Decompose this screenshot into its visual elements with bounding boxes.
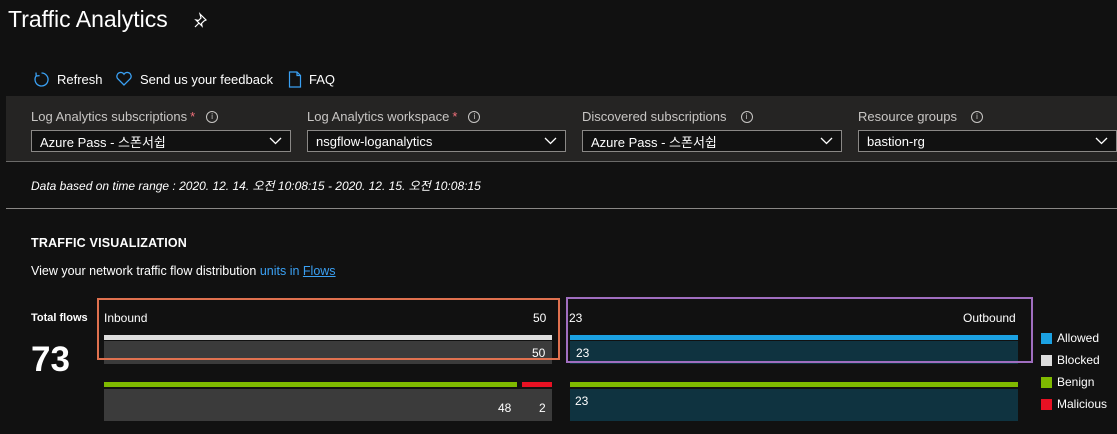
- la-subscriptions-dropdown[interactable]: Azure Pass - 스폰서쉽: [31, 130, 291, 152]
- refresh-icon: [34, 71, 49, 87]
- total-flows-value: 73: [31, 340, 70, 379]
- dropdown-value: Azure Pass - 스폰서쉽: [40, 134, 166, 150]
- chevron-down-icon: [1095, 137, 1108, 145]
- legend-item-allowed: Allowed: [1041, 331, 1099, 345]
- heart-icon: [116, 71, 132, 86]
- total-flows-label: Total flows: [31, 312, 88, 324]
- legend-item-malicious: Malicious: [1041, 397, 1107, 411]
- legend-item-benign: Benign: [1041, 375, 1094, 389]
- filter-label-resource-groups: Resource groups i: [858, 109, 983, 124]
- legend-swatch: [1041, 398, 1052, 410]
- filter-panel: [6, 96, 1117, 162]
- resource-groups-dropdown[interactable]: bastion-rg: [858, 130, 1117, 152]
- inbound-malicious-count: 2: [539, 401, 546, 415]
- outbound-benign-area[interactable]: [570, 389, 1018, 421]
- refresh-label: Refresh: [57, 71, 103, 87]
- pin-icon[interactable]: [193, 11, 211, 29]
- chevron-down-icon: [820, 137, 833, 145]
- chevron-down-icon: [544, 137, 557, 145]
- discovered-subscriptions-dropdown[interactable]: Azure Pass - 스폰서쉽: [582, 130, 842, 152]
- faq-button[interactable]: FAQ: [288, 68, 335, 90]
- dropdown-value: nsgflow-loganalytics: [316, 133, 433, 149]
- legend-swatch: [1041, 332, 1052, 344]
- filter-label-discovered-subscriptions: Discovered subscriptions i: [582, 109, 753, 124]
- outbound-benign-bar[interactable]: [570, 382, 1018, 387]
- inbound-malicious-bar[interactable]: [522, 382, 552, 387]
- outbound-highlight-box: [566, 297, 1033, 363]
- divider: [6, 208, 1117, 209]
- filter-label-la-workspace: Log Analytics workspace * i: [307, 109, 481, 124]
- time-range-text: Data based on time range : 2020. 12. 14.…: [31, 179, 481, 193]
- document-icon: [288, 70, 302, 88]
- feedback-button[interactable]: Send us your feedback: [115, 68, 273, 90]
- info-icon[interactable]: i: [971, 110, 983, 123]
- outbound-benign-count: 23: [575, 394, 589, 408]
- inbound-benign-bar[interactable]: [104, 382, 517, 387]
- legend-swatch: [1041, 376, 1052, 388]
- info-icon[interactable]: i: [468, 110, 481, 123]
- page-title: Traffic Analytics: [8, 6, 168, 32]
- info-icon[interactable]: i: [206, 110, 219, 123]
- legend-item-blocked: Blocked: [1041, 353, 1100, 367]
- la-workspace-dropdown[interactable]: nsgflow-loganalytics: [307, 130, 566, 152]
- inbound-benign-area[interactable]: [104, 389, 552, 421]
- flows-link[interactable]: Flows: [303, 264, 336, 278]
- dropdown-value: bastion-rg: [867, 133, 925, 149]
- inbound-highlight-box: [97, 298, 560, 360]
- dropdown-value: Azure Pass - 스폰서쉽: [591, 134, 717, 150]
- info-icon[interactable]: i: [740, 110, 753, 123]
- chevron-down-icon: [269, 137, 282, 145]
- legend-swatch: [1041, 354, 1052, 366]
- filter-label-la-subscriptions: Log Analytics subscriptions * i: [31, 109, 219, 124]
- section-title: TRAFFIC VISUALIZATION: [31, 236, 188, 250]
- inbound-benign-count: 48: [498, 401, 512, 415]
- faq-label: FAQ: [309, 71, 336, 87]
- refresh-button[interactable]: Refresh: [33, 68, 103, 90]
- section-subtitle: View your network traffic flow distribut…: [31, 264, 336, 278]
- feedback-label: Send us your feedback: [140, 71, 273, 87]
